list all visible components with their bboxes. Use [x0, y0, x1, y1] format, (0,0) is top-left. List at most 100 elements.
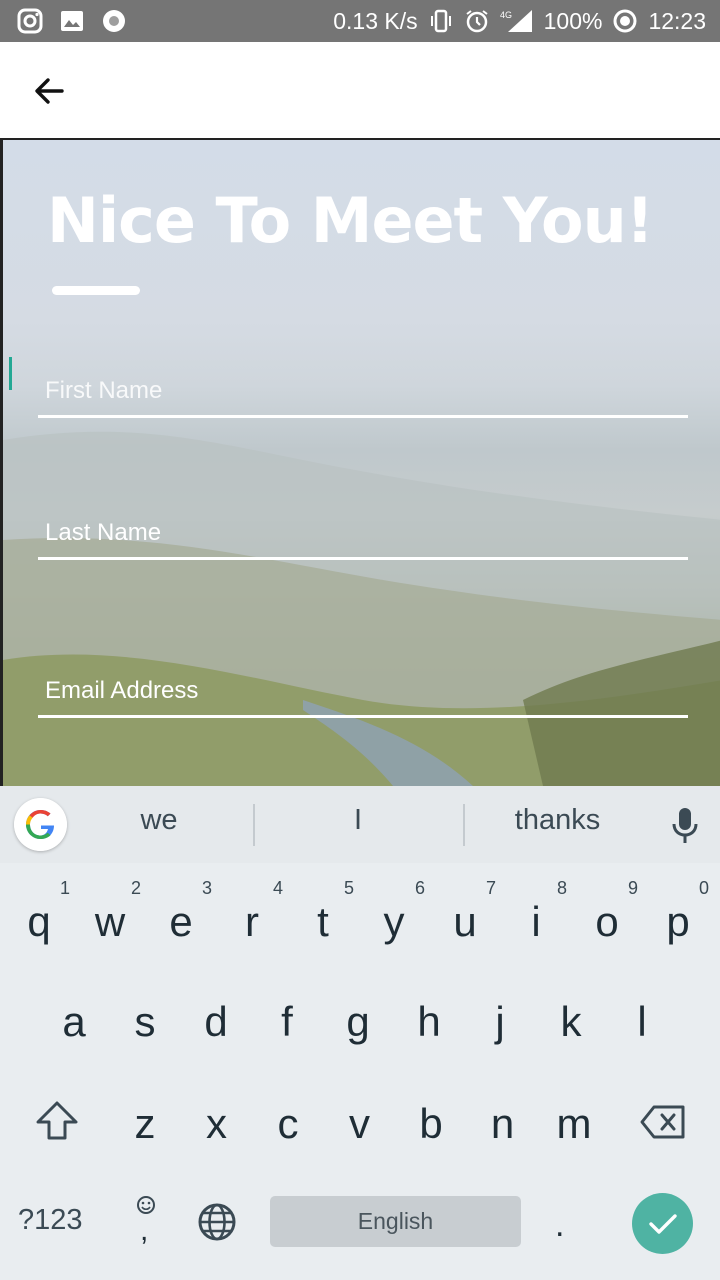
key-h[interactable]: h	[396, 974, 462, 1064]
key-letter: d	[204, 998, 228, 1045]
key-l[interactable]: l	[609, 974, 675, 1064]
system-icons: 0.13 K/s 4G 100% 12:23	[333, 0, 706, 42]
key-letter: m	[556, 1100, 592, 1147]
symbols-key[interactable]: ?123	[18, 1204, 83, 1237]
backspace-icon[interactable]	[639, 1104, 687, 1140]
signal-icon: 4G	[500, 10, 532, 32]
key-letter: t	[317, 898, 329, 945]
suggestion-3[interactable]: thanks	[500, 804, 615, 837]
suggestion-1[interactable]: we	[110, 804, 208, 837]
arrow-left-icon[interactable]	[28, 70, 70, 112]
key-letter: u	[453, 898, 477, 945]
clock: 12:23	[648, 7, 706, 34]
key-letter: q	[27, 898, 51, 945]
key-number-hint: 1	[59, 878, 70, 898]
key-a[interactable]: a	[41, 974, 107, 1064]
key-t[interactable]: t5	[290, 874, 356, 964]
key-number-hint: 9	[627, 878, 638, 898]
notification-icons	[16, 7, 128, 35]
key-y[interactable]: y6	[361, 874, 427, 964]
record-icon	[103, 10, 125, 32]
check-icon	[649, 1214, 677, 1234]
key-letter: s	[134, 998, 156, 1045]
suggestion-strip: we I thanks	[0, 786, 720, 863]
signup-hero: Nice To Meet You!	[0, 140, 720, 786]
key-e[interactable]: e3	[148, 874, 214, 964]
last-name-field[interactable]	[38, 490, 688, 560]
microphone-icon[interactable]	[670, 806, 700, 846]
key-d[interactable]: d	[183, 974, 249, 1064]
key-letter: h	[417, 998, 441, 1045]
key-number-hint: 3	[201, 878, 212, 898]
key-o[interactable]: o9	[574, 874, 640, 964]
key-k[interactable]: k	[538, 974, 604, 1064]
key-x[interactable]: x	[184, 1076, 250, 1166]
key-letter: j	[495, 998, 505, 1045]
key-letter: z	[134, 1100, 156, 1147]
key-m[interactable]: m	[541, 1076, 607, 1166]
battery-ring-icon	[613, 9, 637, 33]
key-letter: v	[349, 1100, 370, 1147]
key-letter: f	[281, 998, 293, 1045]
key-v[interactable]: v	[327, 1076, 393, 1166]
shift-icon[interactable]	[34, 1100, 80, 1142]
globe-icon[interactable]	[197, 1202, 237, 1242]
key-n[interactable]: n	[470, 1076, 536, 1166]
key-letter: w	[94, 898, 126, 945]
key-f[interactable]: f	[254, 974, 320, 1064]
title-underline	[52, 286, 140, 295]
key-letter: o	[595, 898, 619, 945]
key-w[interactable]: w2	[77, 874, 143, 964]
key-letter: b	[419, 1100, 443, 1147]
key-p[interactable]: p0	[645, 874, 711, 964]
key-letter: k	[560, 998, 582, 1045]
key-g[interactable]: g	[325, 974, 391, 1064]
key-number-hint: 4	[272, 878, 283, 898]
key-number-hint: 2	[130, 878, 141, 898]
key-z[interactable]: z	[112, 1076, 178, 1166]
email-field[interactable]	[38, 648, 688, 718]
status-bar: 0.13 K/s 4G 100% 12:23	[0, 0, 720, 42]
key-q[interactable]: q1	[6, 874, 72, 964]
key-letter: p	[666, 898, 690, 945]
instagram-icon	[17, 8, 43, 34]
key-letter: y	[383, 898, 405, 945]
enter-key[interactable]	[632, 1193, 693, 1254]
suggestion-divider	[463, 804, 465, 846]
key-number-hint: 5	[343, 878, 354, 898]
key-j[interactable]: j	[467, 974, 533, 1064]
battery-level: 100%	[543, 7, 603, 34]
key-letter: x	[206, 1100, 227, 1147]
google-icon[interactable]	[14, 798, 67, 851]
key-letter: n	[490, 1100, 515, 1147]
key-b[interactable]: b	[398, 1076, 464, 1166]
key-number-hint: 7	[485, 878, 496, 898]
key-letter: r	[245, 898, 259, 945]
key-u[interactable]: u7	[432, 874, 498, 964]
text-cursor	[9, 357, 12, 390]
key-letter: l	[637, 998, 647, 1045]
vibrate-icon	[430, 9, 451, 33]
key-i[interactable]: i8	[503, 874, 569, 964]
email-input[interactable]	[45, 677, 645, 705]
comma-key[interactable]: ,	[130, 1194, 162, 1250]
key-s[interactable]: s	[112, 974, 178, 1064]
key-r[interactable]: r4	[219, 874, 285, 964]
alarm-icon	[466, 10, 488, 33]
first-name-field[interactable]	[38, 348, 688, 418]
last-name-input[interactable]	[45, 519, 645, 547]
key-letter: e	[169, 898, 193, 945]
period-key[interactable]: .	[555, 1206, 564, 1245]
suggestion-2[interactable]: I	[310, 804, 406, 837]
app-bar	[0, 42, 720, 140]
first-name-input[interactable]	[45, 377, 645, 405]
space-key[interactable]: English	[270, 1196, 521, 1247]
key-number-hint: 0	[698, 878, 709, 898]
soft-keyboard: we I thanks q1w2e3r4t5y6u7i8o9p0 asdfghj…	[0, 786, 720, 1280]
comma-label: ,	[140, 1214, 149, 1247]
suggestion-divider	[253, 804, 255, 846]
key-letter: a	[62, 998, 86, 1045]
page-title: Nice To Meet You!	[47, 184, 654, 257]
key-c[interactable]: c	[255, 1076, 321, 1166]
net-speed: 0.13 K/s	[333, 7, 418, 34]
